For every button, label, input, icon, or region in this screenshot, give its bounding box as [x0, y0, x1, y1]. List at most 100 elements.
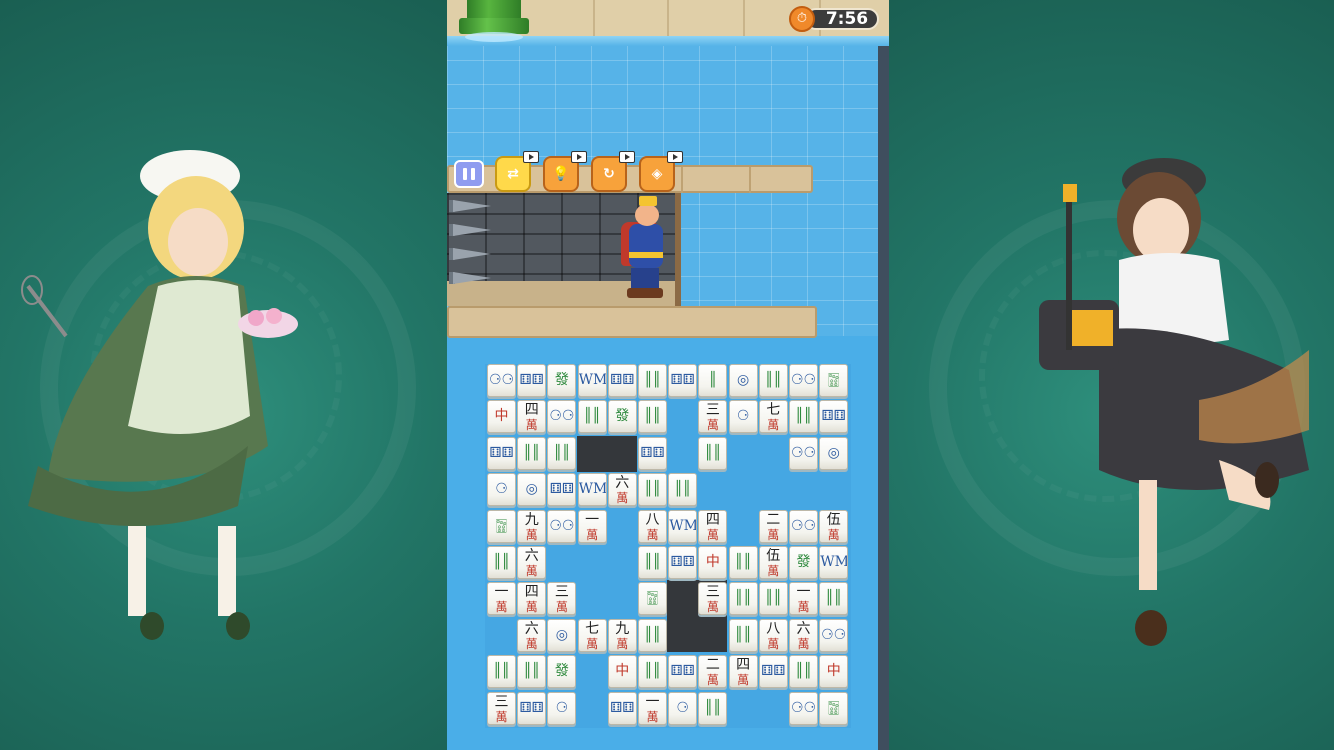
mahjong-tile[interactable]: ║║ — [638, 400, 667, 434]
mahjong-tile[interactable]: ⚅⚅ — [607, 691, 637, 725]
mahjong-tile[interactable]: 中 — [487, 400, 516, 434]
mahjong-tile[interactable]: ⚅⚅ — [668, 364, 698, 397]
mahjong-tile[interactable]: ⚅⚅ — [819, 400, 849, 434]
mahjong-tile[interactable]: 🀟 — [487, 509, 516, 543]
mahjong-tile[interactable]: 一萬 — [577, 509, 607, 543]
mahjong-tile[interactable]: ⚆⚆ — [547, 400, 577, 434]
mahjong-tile[interactable]: 九萬 — [517, 509, 547, 543]
mahjong-tile[interactable]: 伍萬 — [758, 546, 788, 579]
mahjong-tile[interactable]: ║║ — [487, 546, 516, 579]
mahjong-tile[interactable]: ⚅⚅ — [607, 364, 637, 397]
mahjong-tile[interactable]: ◎ — [517, 473, 547, 507]
mahjong-tile[interactable]: ║║ — [517, 655, 547, 689]
mahjong-tile[interactable]: ⚅⚅ — [668, 655, 698, 689]
mahjong-tile[interactable]: WM — [577, 473, 607, 507]
mahjong-tile[interactable]: 六萬 — [607, 473, 637, 507]
mahjong-tile[interactable]: ⚆ — [668, 691, 698, 725]
mahjong-tile[interactable]: ║║ — [758, 582, 788, 616]
mahjong-tile[interactable]: ║║ — [789, 400, 818, 434]
mahjong-tile[interactable]: WM — [819, 546, 849, 579]
mahjong-tile[interactable]: 八萬 — [638, 509, 667, 543]
mahjong-tile[interactable]: ⚅⚅ — [547, 473, 577, 507]
mahjong-tile[interactable]: 七萬 — [577, 618, 607, 652]
mahjong-tile[interactable]: ⚆ — [487, 473, 516, 507]
mahjong-tile[interactable]: ║║ — [638, 364, 667, 397]
mahjong-tile[interactable]: ⚅⚅ — [668, 546, 698, 579]
mahjong-tile[interactable]: 一萬 — [638, 691, 667, 725]
mahjong-tile[interactable]: 四萬 — [517, 400, 547, 434]
mahjong-tile[interactable]: 發 — [789, 546, 818, 579]
mahjong-tile[interactable]: ◎ — [728, 364, 758, 397]
mahjong-tile[interactable]: 🀟 — [819, 691, 849, 725]
mahjong-tile[interactable]: ║║ — [517, 436, 547, 470]
mahjong-tile[interactable]: ║║ — [577, 400, 607, 434]
mahjong-tile[interactable]: 三萬 — [487, 691, 516, 725]
mahjong-tile[interactable]: ║║ — [728, 546, 758, 579]
mahjong-tile[interactable]: ◎ — [819, 436, 849, 470]
mahjong-tile[interactable]: WM — [577, 364, 607, 397]
mahjong-tile[interactable]: 🀟 — [819, 364, 849, 397]
mahjong-tile[interactable]: 四萬 — [728, 655, 758, 689]
mahjong-tile[interactable]: ║║ — [819, 582, 849, 616]
mahjong-tile[interactable]: ⚆⚆ — [789, 364, 818, 397]
mahjong-tile[interactable]: 中 — [607, 655, 637, 689]
mahjong-tile[interactable]: ⚅⚅ — [517, 364, 547, 397]
mahjong-tile[interactable]: 九萬 — [607, 618, 637, 652]
mahjong-tile[interactable]: 中 — [698, 546, 728, 579]
mahjong-tile[interactable]: ║║ — [698, 691, 728, 725]
mahjong-tile[interactable]: ║║ — [728, 582, 758, 616]
mahjong-tile[interactable]: 發 — [607, 400, 637, 434]
mahjong-tile[interactable]: 二萬 — [758, 509, 788, 543]
mahjong-tile[interactable]: 三萬 — [698, 400, 728, 434]
mahjong-tile[interactable]: ║ — [698, 364, 728, 397]
mahjong-tile[interactable]: 六萬 — [517, 546, 547, 579]
mahjong-tile[interactable]: ◎ — [547, 618, 577, 652]
mahjong-tile[interactable]: ⚅⚅ — [487, 436, 516, 470]
mahjong-tile[interactable]: ⚅⚅ — [638, 436, 667, 470]
mahjong-tile[interactable]: 六萬 — [517, 618, 547, 652]
mahjong-tile[interactable]: ⚆⚆ — [487, 364, 516, 397]
mahjong-tile[interactable]: 發 — [547, 655, 577, 689]
mahjong-tile[interactable]: 三萬 — [698, 582, 728, 616]
mahjong-tile[interactable]: 四萬 — [517, 582, 547, 616]
magnet-tool-button[interactable]: ◈ — [639, 151, 683, 192]
mahjong-tile[interactable]: ║║ — [638, 655, 667, 689]
mahjong-tile[interactable]: ⚆⚆ — [789, 436, 818, 470]
mahjong-tile[interactable]: ║║ — [487, 655, 516, 689]
refresh-tool-button[interactable]: ↻ — [591, 151, 635, 192]
mahjong-tile[interactable]: 中 — [819, 655, 849, 689]
mahjong-tile[interactable]: 一萬 — [789, 582, 818, 616]
mahjong-tile[interactable]: ⚆⚆ — [547, 509, 577, 543]
shuffle-tool-button[interactable]: ⇄ — [495, 151, 539, 192]
mahjong-tile[interactable]: ║║ — [638, 473, 667, 507]
mahjong-tile[interactable]: 七萬 — [758, 400, 788, 434]
mahjong-tile[interactable]: WM — [668, 509, 698, 543]
mahjong-tile[interactable]: 伍萬 — [819, 509, 849, 543]
mahjong-tile[interactable]: ║║ — [758, 364, 788, 397]
mahjong-tile[interactable]: 三萬 — [547, 582, 577, 616]
mahjong-tile[interactable]: 一萬 — [487, 582, 516, 616]
mahjong-tile[interactable]: ║║ — [668, 473, 698, 507]
mahjong-tile[interactable]: 六萬 — [789, 618, 818, 652]
mahjong-tile[interactable]: ⚆⚆ — [789, 691, 818, 725]
pause-button[interactable] — [454, 160, 484, 188]
mahjong-tile[interactable]: ⚆ — [547, 691, 577, 725]
mahjong-tile[interactable]: 🀟 — [638, 582, 667, 616]
mahjong-tile[interactable]: ⚆⚆ — [789, 509, 818, 543]
mahjong-tile[interactable]: ⚆ — [728, 400, 758, 434]
green-pipe — [459, 0, 529, 42]
mahjong-tile[interactable]: 四萬 — [698, 509, 728, 543]
mahjong-tile[interactable]: ⚅⚅ — [517, 691, 547, 725]
mahjong-tile[interactable]: 八萬 — [758, 618, 788, 652]
mahjong-tile[interactable]: ║║ — [638, 618, 667, 652]
mahjong-tile[interactable]: 二萬 — [698, 655, 728, 689]
mahjong-tile[interactable]: ║║ — [789, 655, 818, 689]
mahjong-tile[interactable]: ║║ — [698, 436, 728, 470]
mahjong-tile[interactable]: ║║ — [728, 618, 758, 652]
mahjong-tile[interactable]: ⚅⚅ — [758, 655, 788, 689]
mahjong-tile[interactable]: ⚆⚆ — [819, 618, 849, 652]
mahjong-tile[interactable]: ║║ — [547, 436, 577, 470]
mahjong-tile[interactable]: 發 — [547, 364, 577, 397]
mahjong-tile[interactable]: ║║ — [638, 546, 667, 579]
hint-tool-button[interactable]: 💡 — [543, 151, 587, 192]
